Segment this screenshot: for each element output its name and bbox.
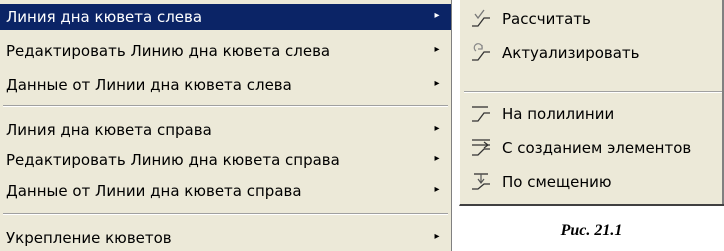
submenu-item-label: Рассчитать	[502, 10, 591, 28]
menu-item-label: Укрепление кюветов	[6, 229, 172, 247]
submenu: Рассчитать Актуализировать На полилинии …	[459, 0, 724, 206]
figure-caption: Рис. 21.1	[560, 222, 623, 239]
menu-item-edit-right-ditch-bottom-line[interactable]: Редактировать Линию дна кювета справа ▸	[0, 147, 451, 173]
by-offset-icon	[472, 173, 490, 190]
submenu-arrow-icon: ▸	[434, 123, 440, 134]
submenu-item-on-polyline[interactable]: На полилинии	[460, 97, 724, 131]
submenu-arrow-icon: ▸	[434, 10, 440, 21]
menu-item-label: Редактировать Линию дна кювета слева	[6, 42, 331, 60]
menu-item-right-ditch-bottom-line[interactable]: Линия дна кювета справа ▸	[0, 117, 451, 143]
menu-item-label: Линия дна кювета слева	[6, 8, 203, 26]
submenu-item-calculate[interactable]: Рассчитать	[460, 2, 724, 36]
menu-item-left-ditch-bottom-line[interactable]: Линия дна кювета слева ▸	[0, 4, 451, 30]
submenu-item-label: С созданием элементов	[502, 139, 692, 157]
submenu-arrow-icon: ▸	[434, 184, 440, 195]
update-line-icon	[472, 43, 490, 61]
submenu-arrow-icon: ▸	[434, 78, 440, 89]
menu-item-edit-left-ditch-bottom-line[interactable]: Редактировать Линию дна кювета слева ▸	[0, 38, 451, 64]
submenu-item-label: Актуализировать	[502, 44, 640, 62]
menu-item-label: Данные от Линии дна кювета справа	[6, 182, 302, 200]
menu-separator	[3, 105, 448, 107]
submenu-item-label: По смещению	[502, 173, 612, 191]
submenu-item-by-offset[interactable]: По смещению	[460, 165, 724, 199]
context-menu: Линия дна кювета слева ▸ Редактировать Л…	[0, 0, 452, 251]
submenu-arrow-icon: ▸	[434, 153, 440, 164]
menu-item-data-from-left-ditch-bottom-line[interactable]: Данные от Линии дна кювета слева ▸	[0, 72, 451, 98]
menu-item-data-from-right-ditch-bottom-line[interactable]: Данные от Линии дна кювета справа ▸	[0, 178, 451, 204]
menu-separator	[3, 213, 448, 215]
calculate-line-icon	[472, 9, 490, 27]
menu-item-ditch-reinforcement[interactable]: Укрепление кюветов ▸	[0, 225, 451, 251]
menu-item-label: Линия дна кювета справа	[6, 121, 212, 139]
submenu-separator	[464, 91, 722, 93]
create-elements-icon	[472, 139, 490, 156]
submenu-arrow-icon: ▸	[434, 44, 440, 55]
on-polyline-icon	[472, 106, 490, 122]
submenu-item-update[interactable]: Актуализировать	[460, 36, 724, 70]
submenu-item-with-elements[interactable]: С созданием элементов	[460, 131, 724, 165]
menu-item-label: Редактировать Линию дна кювета справа	[6, 151, 340, 169]
submenu-arrow-icon: ▸	[434, 231, 440, 242]
menu-item-label: Данные от Линии дна кювета слева	[6, 76, 292, 94]
submenu-item-label: На полилинии	[502, 105, 615, 123]
